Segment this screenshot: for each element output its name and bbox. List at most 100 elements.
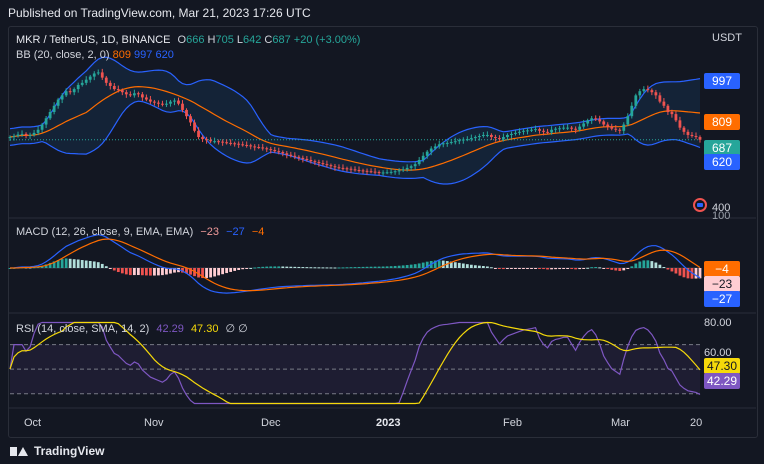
macd-histogram-bar bbox=[469, 264, 473, 268]
candle-body bbox=[52, 105, 56, 113]
macd-histogram-bar bbox=[157, 268, 160, 276]
candle-body bbox=[20, 133, 24, 135]
macd-histogram-bar bbox=[389, 266, 393, 268]
candle-body bbox=[373, 171, 377, 173]
candle-body bbox=[534, 129, 537, 131]
candle-body bbox=[638, 91, 642, 96]
candle-body bbox=[602, 121, 606, 125]
rsi-value: 42.29 bbox=[156, 323, 184, 335]
candle-body bbox=[277, 151, 281, 153]
macd-histogram-bar bbox=[397, 265, 401, 268]
badge-macd-hist: −23 bbox=[712, 277, 733, 291]
macd-histogram-bar bbox=[654, 262, 658, 268]
candle-body bbox=[128, 94, 132, 96]
candle-body bbox=[618, 129, 622, 131]
macd-histogram-bar bbox=[76, 259, 80, 268]
candle-body bbox=[317, 162, 321, 164]
candle-body bbox=[225, 142, 229, 144]
macd-histogram-bar bbox=[353, 267, 357, 269]
candle-body bbox=[321, 163, 325, 165]
candle-body bbox=[193, 122, 196, 131]
macd-histogram-bar bbox=[514, 268, 517, 269]
macd-histogram-bar bbox=[72, 259, 76, 268]
x-label-20: 20 bbox=[690, 417, 703, 429]
macd-histogram-bar bbox=[337, 267, 341, 269]
macd-histogram-bar bbox=[345, 267, 349, 269]
macd-histogram-bar bbox=[550, 268, 553, 270]
macd-histogram-bar bbox=[92, 261, 96, 268]
candle-body bbox=[353, 169, 357, 171]
macd-histogram-bar bbox=[485, 266, 489, 268]
candle-body bbox=[309, 159, 313, 162]
symbol-label[interactable]: MKR / TetherUS, 1D, BINANCE bbox=[16, 34, 170, 46]
macd-histogram-bar bbox=[261, 266, 265, 268]
bb-legend[interactable]: BB (20, close, 2, 0) 809 997 620 bbox=[16, 49, 174, 61]
candle-body bbox=[586, 120, 590, 124]
macd-histogram-bar bbox=[233, 268, 237, 271]
macd-histogram-bar bbox=[461, 263, 465, 268]
candle-body bbox=[369, 171, 373, 173]
candle-body bbox=[273, 149, 277, 152]
candle-body bbox=[686, 131, 690, 135]
candle-body bbox=[32, 132, 36, 135]
candle-body bbox=[469, 138, 473, 140]
alert-clock-icon[interactable] bbox=[693, 198, 707, 212]
macd-histogram-bar bbox=[417, 263, 421, 268]
tradingview-footer[interactable]: TradingView bbox=[10, 444, 104, 458]
candle-body bbox=[181, 103, 184, 110]
rsi-legend[interactable]: RSI (14, close, SMA, 14, 2) 42.29 47.30 … bbox=[16, 322, 248, 335]
candle-body bbox=[285, 153, 289, 155]
macd-histogram-bar bbox=[494, 268, 497, 269]
candle-body bbox=[189, 116, 192, 123]
macd-histogram-bar bbox=[566, 268, 570, 269]
macd-histogram-bar bbox=[329, 267, 333, 269]
macd-histogram-bar bbox=[361, 266, 365, 268]
x-label-2023: 2023 bbox=[376, 417, 401, 429]
macd-histogram-bar bbox=[405, 265, 409, 268]
candle-body bbox=[642, 89, 646, 92]
candle-body bbox=[60, 95, 64, 100]
candle-body bbox=[457, 140, 461, 142]
candle-body bbox=[209, 140, 212, 142]
candle-body bbox=[530, 129, 533, 131]
macd-histogram-bar bbox=[60, 259, 64, 268]
macd-histogram-bar bbox=[477, 265, 481, 268]
candle-body bbox=[425, 151, 429, 156]
candle-body bbox=[48, 112, 52, 119]
candle-body bbox=[8, 137, 12, 139]
badge-macd-signal: −4 bbox=[715, 262, 729, 276]
candle-body bbox=[173, 100, 176, 102]
candle-body bbox=[514, 132, 517, 134]
macd-histogram-bar bbox=[602, 268, 606, 269]
candle-body bbox=[510, 133, 513, 135]
candle-body bbox=[550, 129, 553, 133]
macd-name: MACD (12, 26, close, 9, EMA, EMA) bbox=[16, 226, 194, 238]
macd-histogram-bar bbox=[626, 268, 630, 269]
rsi-sma-value: 47.30 bbox=[190, 323, 219, 335]
macd-histogram-bar bbox=[546, 268, 549, 270]
candle-body bbox=[217, 141, 221, 143]
candle-body bbox=[477, 136, 481, 138]
macd-histogram-bar bbox=[229, 268, 233, 272]
macd-histogram-bar bbox=[153, 268, 156, 276]
macd-histogram-bar bbox=[586, 267, 590, 269]
macd-histogram-bar bbox=[574, 268, 578, 270]
macd-histogram-bar bbox=[104, 266, 108, 268]
macd-histogram-bar bbox=[80, 260, 84, 268]
macd-histogram-bar bbox=[68, 258, 72, 268]
macd-histogram-bar bbox=[650, 261, 654, 268]
candle-body bbox=[281, 152, 285, 154]
macd-histogram-bar bbox=[285, 266, 289, 268]
macd-histogram-bar bbox=[305, 267, 309, 269]
candle-body bbox=[465, 139, 469, 141]
candle-body bbox=[546, 131, 549, 133]
candle-body bbox=[397, 170, 401, 172]
macd-histogram-bar bbox=[453, 262, 457, 268]
x-label-oct: Oct bbox=[24, 417, 42, 429]
candle-body bbox=[24, 133, 28, 136]
macd-legend[interactable]: MACD (12, 26, close, 9, EMA, EMA) −23 −2… bbox=[16, 226, 264, 238]
candle-body bbox=[349, 168, 353, 170]
candle-body bbox=[461, 139, 465, 141]
candle-body bbox=[506, 134, 509, 138]
candle-body bbox=[40, 124, 44, 130]
